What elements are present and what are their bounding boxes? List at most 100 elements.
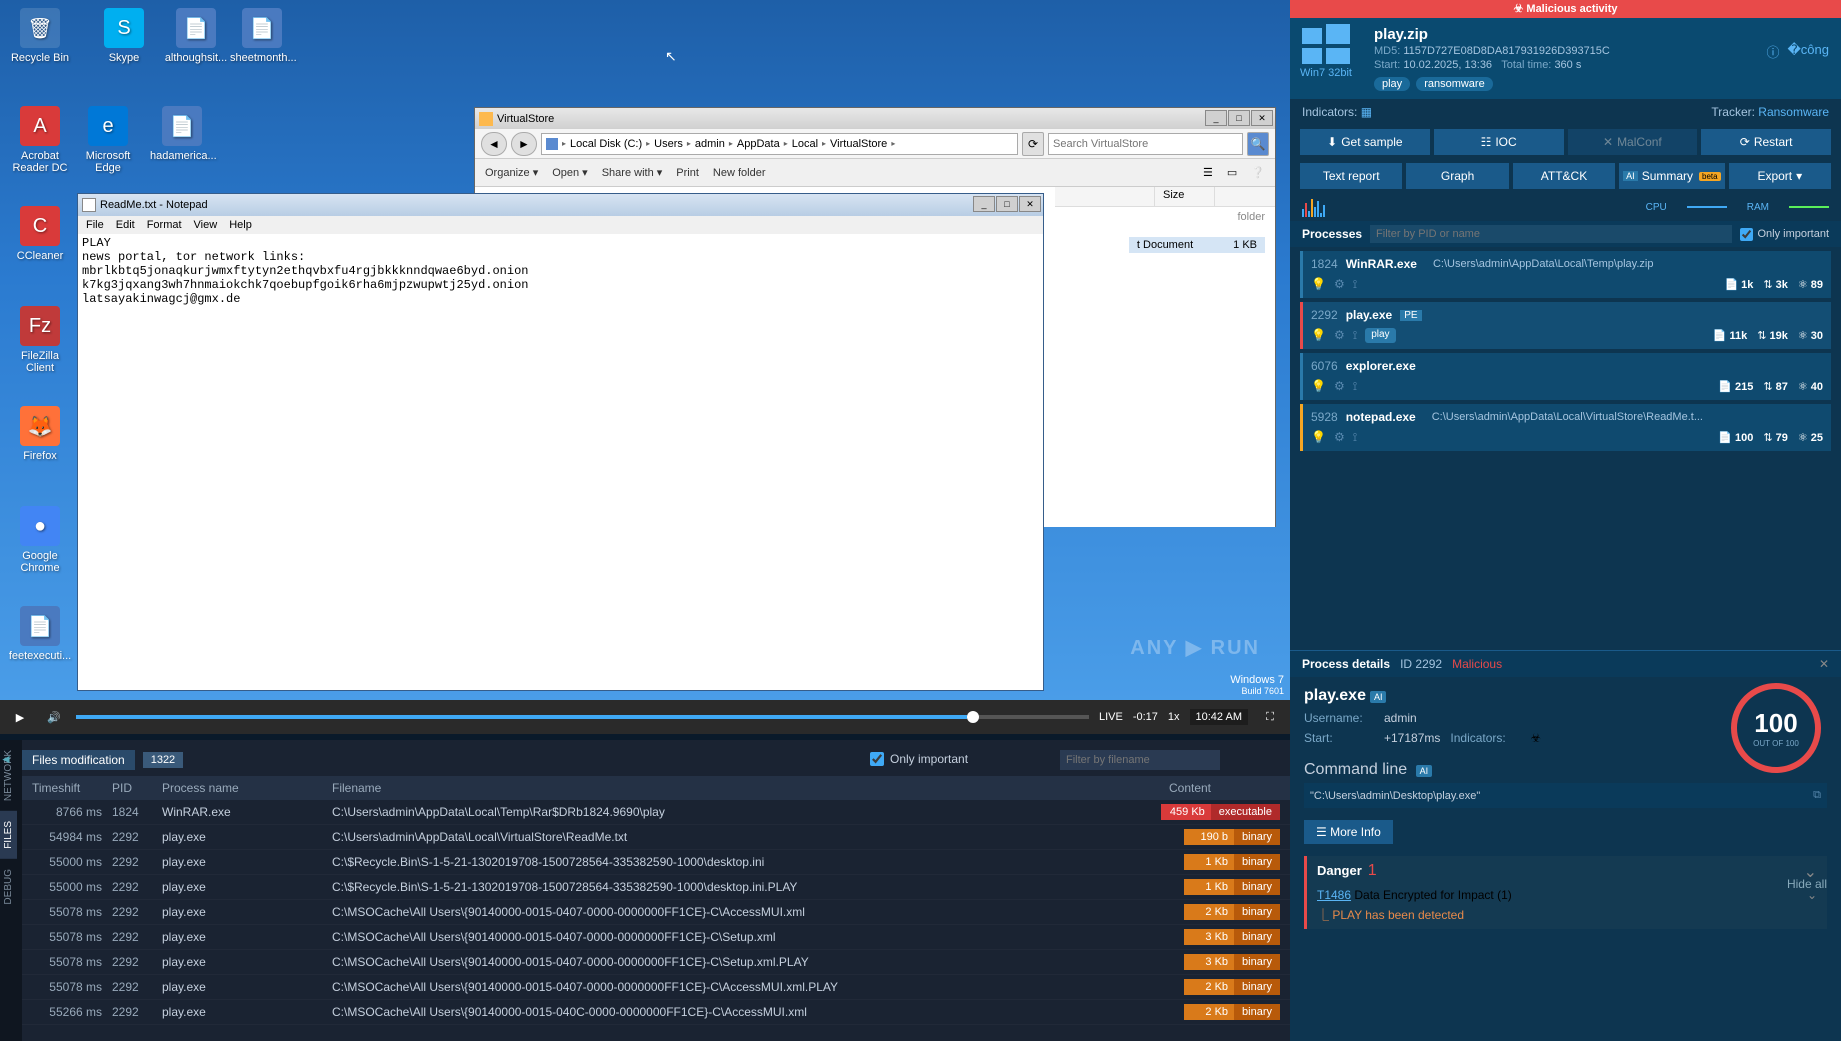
hide-all-button[interactable]: Hide all [1787, 877, 1827, 891]
link-icon[interactable]: ⟟ [1353, 328, 1357, 343]
preview-icon[interactable]: ▭ [1227, 166, 1237, 179]
more-info-button[interactable]: ☰ More Info [1304, 820, 1393, 844]
toolbar-item[interactable]: Open ▾ [552, 166, 588, 179]
summary-button[interactable]: AI Summarybeta [1619, 163, 1724, 189]
desktop-icon[interactable]: FzFileZilla Client [8, 306, 72, 374]
tag[interactable]: ransomware [1416, 77, 1493, 91]
desktop-icon[interactable]: ●Google Chrome [8, 506, 72, 574]
desktop-icon[interactable]: 🦊Firefox [8, 406, 72, 462]
desktop-icon[interactable]: 📄sheetmonth... [230, 8, 294, 64]
share-icon[interactable]: �công [1787, 42, 1829, 61]
gear-icon[interactable]: ⚙ [1334, 430, 1345, 445]
malconf-button[interactable]: ✕ MalConf [1568, 129, 1698, 155]
process-item[interactable]: 6076explorer.exe 💡⚙⟟ 📄 215⇅ 87⚛ 40 [1300, 353, 1831, 400]
breadcrumb-item[interactable]: VirtualStore [830, 138, 887, 150]
only-important-checkbox[interactable] [870, 752, 884, 766]
table-row[interactable]: 55078 ms 2292 play.exe C:\MSOCache\All U… [22, 975, 1290, 1000]
menu-item[interactable]: Format [147, 219, 182, 231]
filter-filename-input[interactable] [1060, 750, 1220, 770]
bulb-icon[interactable]: 💡 [1311, 328, 1326, 343]
table-row[interactable]: 55078 ms 2292 play.exe C:\MSOCache\All U… [22, 900, 1290, 925]
restart-button[interactable]: ⟳ Restart [1701, 129, 1831, 155]
table-row[interactable]: 55266 ms 2292 play.exe C:\MSOCache\All U… [22, 1000, 1290, 1025]
process-item[interactable]: 2292play.exePE 💡⚙⟟play 📄 11k⇅ 19k⚛ 30 [1300, 302, 1831, 349]
explorer-titlebar[interactable]: VirtualStore _ □ ✕ [475, 108, 1275, 129]
attck-button[interactable]: ATT&CK [1513, 163, 1615, 189]
table-row[interactable]: 55078 ms 2292 play.exe C:\MSOCache\All U… [22, 925, 1290, 950]
desktop-icon[interactable]: CCCleaner [8, 206, 72, 262]
notepad-titlebar[interactable]: ReadMe.txt - Notepad _ □ ✕ [78, 194, 1043, 216]
speed-label[interactable]: 1x [1168, 711, 1180, 723]
bulb-icon[interactable]: 💡 [1311, 277, 1326, 292]
ioc-button[interactable]: ☷ IOC [1434, 129, 1564, 155]
bulb-icon[interactable]: 💡 [1311, 430, 1326, 445]
desktop-icon[interactable]: 📄feetexecuti... [8, 606, 72, 662]
link-icon[interactable]: ⟟ [1353, 379, 1357, 394]
menu-item[interactable]: Edit [116, 219, 135, 231]
close-button[interactable]: ✕ [1019, 196, 1041, 212]
help-icon[interactable]: ❔ [1251, 166, 1265, 179]
toolbar-item[interactable]: New folder [713, 167, 766, 179]
volume-button[interactable]: 🔊 [42, 705, 66, 729]
breadcrumb-item[interactable]: admin [695, 138, 725, 150]
col-type[interactable] [1055, 187, 1155, 206]
search-button[interactable]: 🔍 [1247, 132, 1269, 156]
minimize-button[interactable]: _ [1205, 110, 1227, 126]
breadcrumb-item[interactable]: Local [792, 138, 818, 150]
toolbar-item[interactable]: Print [676, 167, 699, 179]
process-item[interactable]: 1824WinRAR.exeC:\Users\admin\AppData\Loc… [1300, 251, 1831, 298]
timeline-knob[interactable] [967, 711, 979, 723]
gear-icon[interactable]: ⚙ [1334, 328, 1345, 343]
breadcrumb-item[interactable]: Local Disk (C:) [570, 138, 642, 150]
tab-debug[interactable]: DEBUG [0, 859, 17, 915]
desktop-icon[interactable]: 📄althoughsit... [164, 8, 228, 64]
close-details-button[interactable]: ✕ [1819, 657, 1829, 671]
breadcrumb-item[interactable]: AppData [737, 138, 780, 150]
table-row[interactable]: 8766 ms 1824 WinRAR.exe C:\Users\admin\A… [22, 800, 1290, 825]
ai-badge[interactable]: AI [1370, 691, 1387, 703]
proc-only-important[interactable]: Only important [1740, 228, 1829, 241]
timeline[interactable] [76, 715, 1089, 719]
tracker-link[interactable]: Ransomware [1758, 105, 1829, 119]
table-row[interactable]: 55000 ms 2292 play.exe C:\$Recycle.Bin\S… [22, 850, 1290, 875]
breadcrumb-item[interactable]: Users [654, 138, 683, 150]
toolbar-item[interactable]: Organize ▾ [485, 166, 538, 179]
back-button[interactable]: ◄ [481, 132, 507, 156]
link-icon[interactable]: ⟟ [1353, 430, 1357, 445]
process-item[interactable]: 5928notepad.exeC:\Users\admin\AppData\Lo… [1300, 404, 1831, 451]
desktop-icon[interactable]: 🗑Recycle Bin [8, 8, 72, 64]
fullscreen-button[interactable]: ⛶ [1258, 705, 1282, 729]
desktop-icon[interactable]: 📄hadamerica... [150, 106, 214, 162]
col-size[interactable]: Size [1155, 187, 1215, 206]
notepad-content[interactable]: PLAY news portal, tor network links: mbr… [78, 234, 1043, 308]
export-button[interactable]: Export ▾ [1729, 163, 1831, 189]
link-icon[interactable]: ⟟ [1353, 277, 1357, 292]
menu-item[interactable]: File [86, 219, 104, 231]
info-icon[interactable]: ⓘ [1766, 42, 1779, 61]
maximize-button[interactable]: □ [996, 196, 1018, 212]
graph-button[interactable]: Graph [1406, 163, 1508, 189]
text-report-button[interactable]: Text report [1300, 163, 1402, 189]
desktop-icon[interactable]: eMicrosoft Edge [76, 106, 140, 174]
maximize-button[interactable]: □ [1228, 110, 1250, 126]
tab-network[interactable]: NETWORK [0, 740, 17, 811]
tag[interactable]: play [1374, 77, 1410, 91]
desktop-icon[interactable]: AAcrobat Reader DC [8, 106, 72, 174]
copy-icon[interactable]: ⧉ [1813, 789, 1821, 802]
table-row[interactable]: 55000 ms 2292 play.exe C:\$Recycle.Bin\S… [22, 875, 1290, 900]
menu-item[interactable]: View [194, 219, 218, 231]
desktop-icon[interactable]: SSkype [92, 8, 156, 64]
bulb-icon[interactable]: 💡 [1311, 379, 1326, 394]
gear-icon[interactable]: ⚙ [1334, 277, 1345, 292]
breadcrumb[interactable]: ▸Local Disk (C:)▸Users▸admin▸AppData▸Loc… [541, 133, 1018, 155]
process-filter-input[interactable] [1370, 225, 1732, 243]
close-button[interactable]: ✕ [1251, 110, 1273, 126]
forward-button[interactable]: ► [511, 132, 537, 156]
view-icon[interactable]: ☰ [1203, 166, 1213, 179]
technique-link[interactable]: T1486 [1317, 888, 1351, 902]
get-sample-button[interactable]: ⬇ Get sample [1300, 129, 1430, 155]
table-row[interactable]: 55078 ms 2292 play.exe C:\MSOCache\All U… [22, 950, 1290, 975]
minimize-button[interactable]: _ [973, 196, 995, 212]
tab-files[interactable]: FILES [0, 811, 17, 859]
indicators-icon[interactable]: ▦ [1361, 105, 1372, 119]
